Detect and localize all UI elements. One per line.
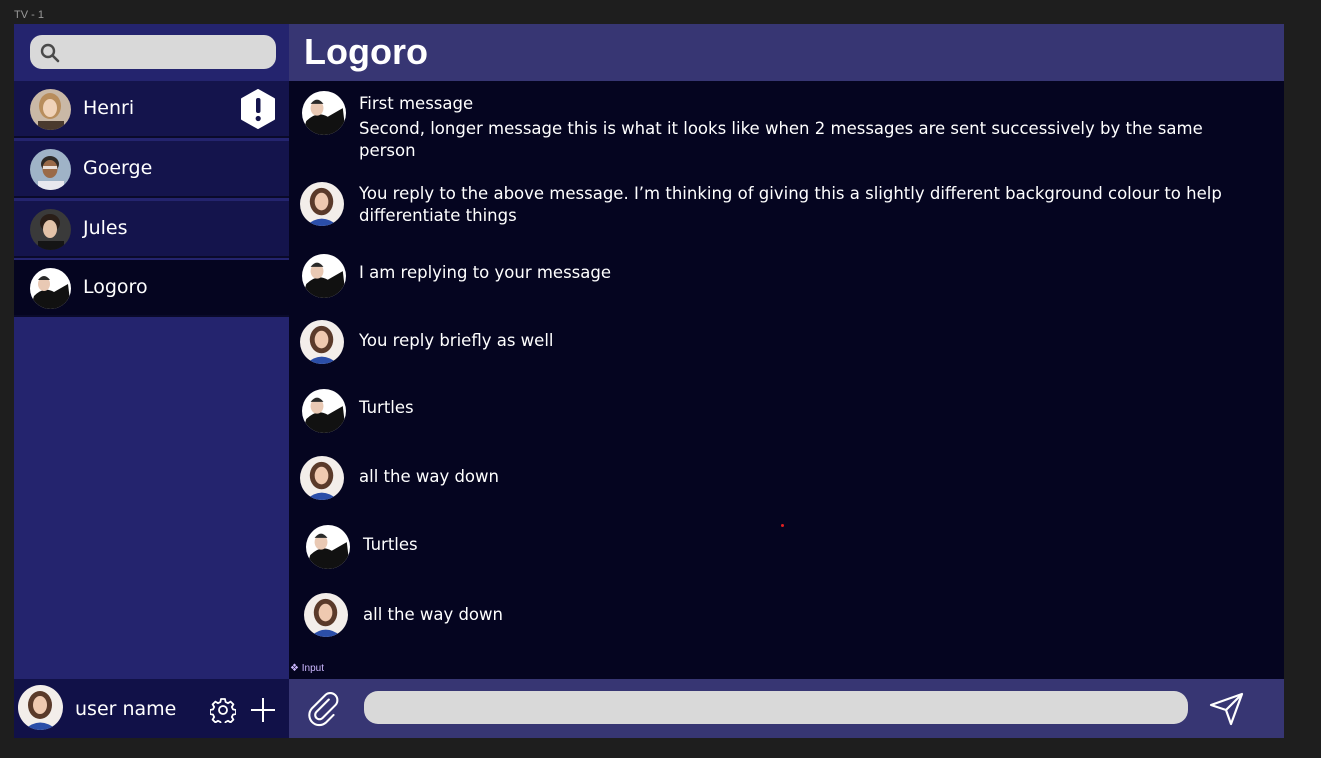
component-tag: ❖ Input [290, 663, 324, 674]
search-input[interactable] [66, 35, 266, 69]
search-box[interactable] [30, 35, 276, 69]
message-input[interactable] [364, 691, 1188, 724]
user-bar: user name [14, 679, 289, 738]
message-text: Turtles [359, 398, 414, 417]
contact-name: Jules [83, 217, 128, 239]
message-text: You reply briefly as well [359, 331, 554, 350]
message-text: Turtles [363, 535, 418, 554]
search-icon [40, 43, 60, 63]
chat-title: Logoro [304, 31, 428, 72]
message-text: all the way down [363, 605, 503, 624]
user-avatar[interactable] [18, 685, 63, 730]
avatar [300, 320, 344, 364]
message-text: I am replying to your message [359, 263, 612, 282]
avatar [30, 268, 71, 309]
paperclip-icon[interactable] [307, 692, 343, 728]
message-text: all the way down [359, 467, 499, 486]
message-text: Second, longer message this is what it l… [359, 119, 1203, 160]
contact-logoro[interactable]: Logoro [14, 260, 289, 317]
chat-header: Logoro [289, 24, 1284, 81]
alert-icon [241, 89, 275, 129]
avatar [30, 149, 71, 190]
sidebar: Henri Goerge Jules Logoro user name [14, 24, 289, 738]
contact-name: Henri [83, 97, 135, 119]
avatar [306, 525, 350, 569]
search-bar [14, 24, 289, 81]
avatar [300, 456, 344, 500]
avatar [304, 593, 348, 637]
avatar [302, 254, 346, 298]
message-text: First message [359, 94, 474, 113]
avatar [302, 389, 346, 433]
composer [289, 679, 1284, 738]
contact-name: Goerge [83, 157, 153, 179]
message-text: You reply to the above message. I’m thin… [359, 184, 1222, 225]
app-window: Henri Goerge Jules Logoro user name Logo… [14, 24, 1284, 738]
contact-goerge[interactable]: Goerge [14, 141, 289, 198]
contact-name: Logoro [83, 276, 148, 298]
gear-icon[interactable] [210, 697, 236, 723]
user-name: user name [75, 698, 177, 720]
message-list[interactable]: First message Second, longer message thi… [289, 81, 1284, 679]
contact-jules[interactable]: Jules [14, 201, 289, 258]
cursor-dot [781, 524, 784, 527]
send-icon[interactable] [1207, 691, 1247, 727]
avatar [30, 89, 71, 130]
avatar [300, 182, 344, 226]
avatar [302, 91, 346, 135]
plus-icon[interactable] [249, 696, 277, 724]
frame-label: TV - 1 [14, 9, 44, 21]
avatar [30, 209, 71, 250]
contact-henri[interactable]: Henri [14, 81, 289, 138]
